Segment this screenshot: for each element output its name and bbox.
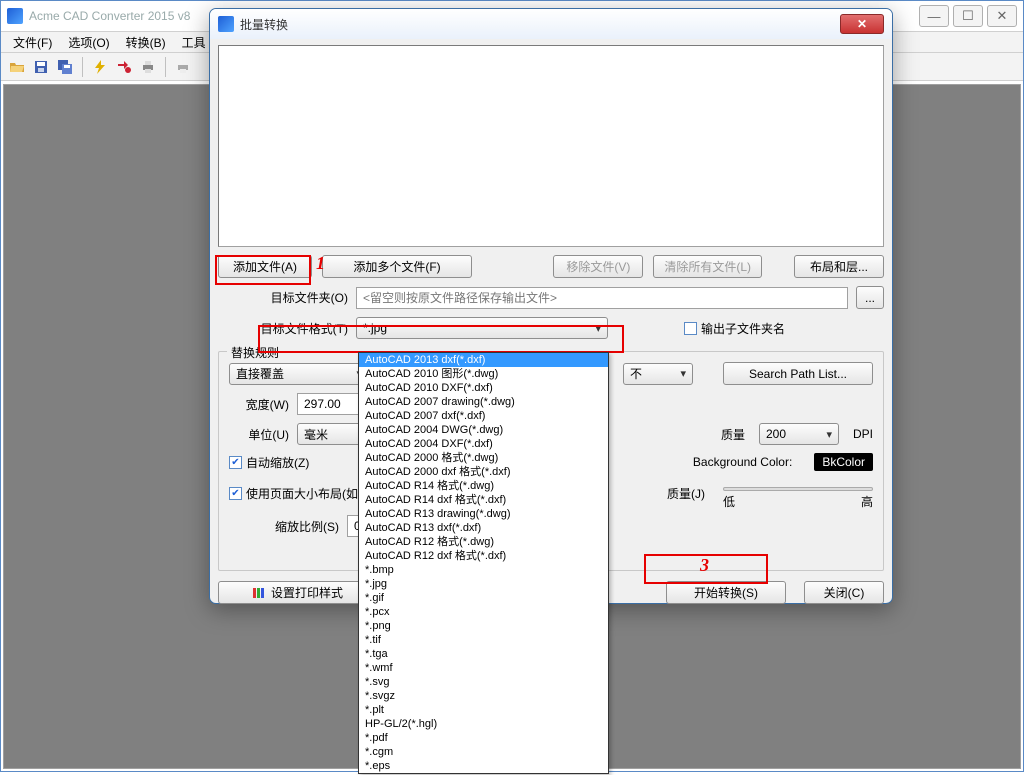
dialog-close-button[interactable]: ✕	[840, 14, 884, 34]
format-option[interactable]: *.bmp	[359, 563, 608, 577]
format-option[interactable]: AutoCAD R13 drawing(*.dwg)	[359, 507, 608, 521]
separator-icon	[82, 57, 83, 77]
dialog-title: 批量转换	[240, 16, 840, 33]
file-list[interactable]	[218, 45, 884, 247]
format-option[interactable]: AutoCAD 2013 dxf(*.dxf)	[359, 353, 608, 367]
format-option[interactable]: AutoCAD 2000 dxf 格式(*.dxf)	[359, 465, 608, 479]
dialog-titlebar[interactable]: 批量转换 ✕	[210, 9, 892, 39]
menu-tools[interactable]: 工具	[174, 32, 214, 53]
format-option[interactable]: *.svg	[359, 675, 608, 689]
format-option[interactable]: HP-GL/2(*.hgl)	[359, 717, 608, 731]
app-icon	[7, 8, 23, 24]
separator-icon	[165, 57, 166, 77]
format-option[interactable]: *.svgz	[359, 689, 608, 703]
format-option[interactable]: AutoCAD 2007 dxf(*.dxf)	[359, 409, 608, 423]
quality-slider[interactable]: 低高	[723, 479, 873, 507]
format-option[interactable]: *.tga	[359, 647, 608, 661]
format-option[interactable]: *.tif	[359, 633, 608, 647]
start-convert-button[interactable]: 开始转换(S)	[666, 581, 786, 604]
dialog-app-icon	[218, 16, 234, 32]
save-icon[interactable]	[31, 57, 51, 77]
format-option[interactable]: *.jpg	[359, 577, 608, 591]
scale-label: 缩放比例(S)	[229, 518, 339, 535]
output-subfolder-label: 输出子文件夹名	[701, 320, 785, 337]
format-option[interactable]: *.png	[359, 619, 608, 633]
close-dialog-button[interactable]: 关闭(C)	[804, 581, 884, 604]
output-subfolder-checkbox[interactable]: 输出子文件夹名	[684, 320, 785, 337]
print-style-button[interactable]: 设置打印样式	[218, 581, 378, 604]
print-preview-icon[interactable]	[173, 57, 193, 77]
format-option[interactable]: *.cgm	[359, 745, 608, 759]
format-option[interactable]: *.pdf	[359, 731, 608, 745]
width-label: 宽度(W)	[229, 396, 289, 413]
format-option[interactable]: *.pcx	[359, 605, 608, 619]
auto-zoom-checkbox[interactable]: ✔自动缩放(Z)	[229, 454, 309, 471]
overwrite-mode-dropdown[interactable]: 直接覆盖	[229, 363, 369, 385]
dpi-unit-label: DPI	[853, 427, 873, 441]
format-option[interactable]: AutoCAD 2010 图形(*.dwg)	[359, 367, 608, 381]
use-page-layout-checkbox[interactable]: ✔使用页面大小布局(如果	[229, 485, 370, 502]
maximize-button[interactable]: ☐	[953, 5, 983, 27]
format-option[interactable]: *.gif	[359, 591, 608, 605]
menu-convert[interactable]: 转换(B)	[118, 32, 174, 53]
bg-color-label: Background Color:	[693, 455, 792, 469]
format-option[interactable]: AutoCAD 2007 drawing(*.dwg)	[359, 395, 608, 409]
palette-icon	[253, 586, 267, 600]
close-window-button[interactable]: ✕	[987, 5, 1017, 27]
format-option[interactable]: *.plt	[359, 703, 608, 717]
output-format-dropdown[interactable]: *.jpg	[356, 317, 608, 339]
add-file-button[interactable]: 添加文件(A)	[218, 255, 312, 278]
convert-run-icon[interactable]	[114, 57, 134, 77]
use-page-layout-label: 使用页面大小布局(如果	[246, 485, 370, 502]
auto-zoom-label: 自动缩放(Z)	[246, 454, 309, 471]
output-format-dropdown-list[interactable]: AutoCAD 2013 dxf(*.dxf)AutoCAD 2010 图形(*…	[358, 352, 609, 774]
format-option[interactable]: AutoCAD 2004 DXF(*.dxf)	[359, 437, 608, 451]
format-option[interactable]: AutoCAD 2000 格式(*.dwg)	[359, 451, 608, 465]
browse-output-folder-button[interactable]: ...	[856, 286, 884, 309]
output-format-value: *.jpg	[363, 321, 387, 335]
unit-label: 单位(U)	[229, 426, 289, 443]
format-option[interactable]: AutoCAD R12 格式(*.dwg)	[359, 535, 608, 549]
save-multiple-icon[interactable]	[55, 57, 75, 77]
dpi-dropdown[interactable]: 200	[759, 423, 839, 445]
format-option[interactable]: AutoCAD R14 格式(*.dwg)	[359, 479, 608, 493]
menu-file[interactable]: 文件(F)	[5, 32, 60, 53]
output-format-label: 目标文件格式(T)	[218, 320, 348, 337]
format-option[interactable]: AutoCAD R14 dxf 格式(*.dxf)	[359, 493, 608, 507]
add-multiple-files-button[interactable]: 添加多个文件(F)	[322, 255, 472, 278]
lightning-icon[interactable]	[90, 57, 110, 77]
search-path-list-button[interactable]: Search Path List...	[723, 362, 873, 385]
clear-all-button[interactable]: 清除所有文件(L)	[653, 255, 762, 278]
printer-icon[interactable]	[138, 57, 158, 77]
hidden-line-dropdown[interactable]: 不	[623, 363, 693, 385]
format-option[interactable]: AutoCAD R12 dxf 格式(*.dxf)	[359, 549, 608, 563]
quality-j-label: 质量(J)	[667, 485, 705, 502]
open-icon[interactable]	[7, 57, 27, 77]
format-option[interactable]: AutoCAD R13 dxf(*.dxf)	[359, 521, 608, 535]
format-option[interactable]: AutoCAD 2010 DXF(*.dxf)	[359, 381, 608, 395]
format-option[interactable]: *.eps	[359, 759, 608, 773]
format-option[interactable]: AutoCAD 2004 DWG(*.dwg)	[359, 423, 608, 437]
layout-layer-button[interactable]: 布局和层...	[794, 255, 884, 278]
output-folder-label: 目标文件夹(O)	[218, 289, 348, 306]
output-folder-input[interactable]: <留空则按原文件路径保存输出文件>	[356, 287, 848, 309]
rules-legend: 替换规则	[227, 344, 283, 361]
bkcolor-button[interactable]: BkColor	[814, 453, 873, 471]
format-option[interactable]: *.wmf	[359, 661, 608, 675]
dpi-quality-label: 质量	[721, 426, 745, 443]
remove-file-button[interactable]: 移除文件(V)	[553, 255, 643, 278]
minimize-button[interactable]: —	[919, 5, 949, 27]
menu-options[interactable]: 选项(O)	[60, 32, 117, 53]
